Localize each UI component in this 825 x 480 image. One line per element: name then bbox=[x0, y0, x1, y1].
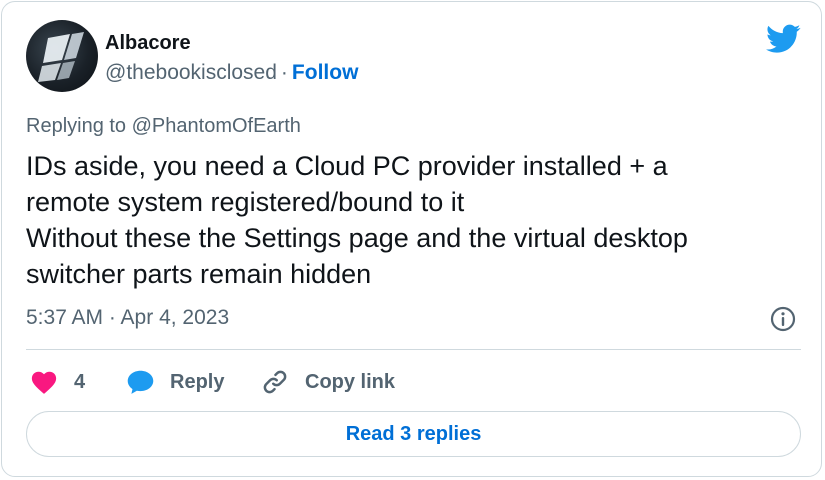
reply-mention[interactable]: @PhantomOfEarth bbox=[132, 115, 301, 137]
reply-button[interactable]: Reply bbox=[126, 365, 224, 399]
avatar-logo-icon bbox=[38, 32, 84, 82]
reply-label: Reply bbox=[170, 370, 225, 393]
reply-prefix: Replying to bbox=[26, 115, 127, 137]
like-count: 4 bbox=[74, 370, 86, 393]
separator: · bbox=[280, 61, 288, 84]
read-replies-button[interactable]: Read 3 replies bbox=[26, 411, 801, 457]
tweet-line: switcher parts remain hidden bbox=[26, 259, 372, 289]
tweet-timestamp[interactable]: 5:37 AM · Apr 4, 2023 bbox=[26, 306, 229, 330]
heart-icon bbox=[31, 371, 57, 394]
tweet-text: IDs aside, you need a Cloud PC provider … bbox=[26, 148, 796, 292]
tweet-line: remote system registered/bound to it bbox=[26, 187, 465, 217]
author-handle[interactable]: @thebookisclosed bbox=[105, 61, 277, 84]
info-icon[interactable] bbox=[769, 305, 797, 333]
divider bbox=[26, 349, 801, 350]
copy-link-button[interactable]: Copy link bbox=[261, 365, 395, 399]
tweet-card: Albacore @thebookisclosed · Follow Replyin… bbox=[1, 1, 822, 477]
tweet-line: IDs aside, you need a Cloud PC provider … bbox=[26, 151, 668, 181]
speech-bubble-icon bbox=[127, 370, 154, 394]
author-handle-row: @thebookisclosed · Follow bbox=[105, 61, 358, 85]
link-icon bbox=[263, 370, 287, 394]
twitter-bird-icon[interactable] bbox=[766, 24, 801, 54]
follow-link[interactable]: Follow bbox=[292, 61, 359, 84]
copy-link-label: Copy link bbox=[305, 370, 396, 393]
like-button[interactable]: 4 bbox=[30, 365, 85, 399]
avatar[interactable] bbox=[26, 20, 98, 92]
reply-context: Replying to @PhantomOfEarth bbox=[26, 115, 301, 138]
author-name[interactable]: Albacore bbox=[105, 32, 191, 55]
tweet-line: Without these the Settings page and the … bbox=[26, 223, 688, 253]
